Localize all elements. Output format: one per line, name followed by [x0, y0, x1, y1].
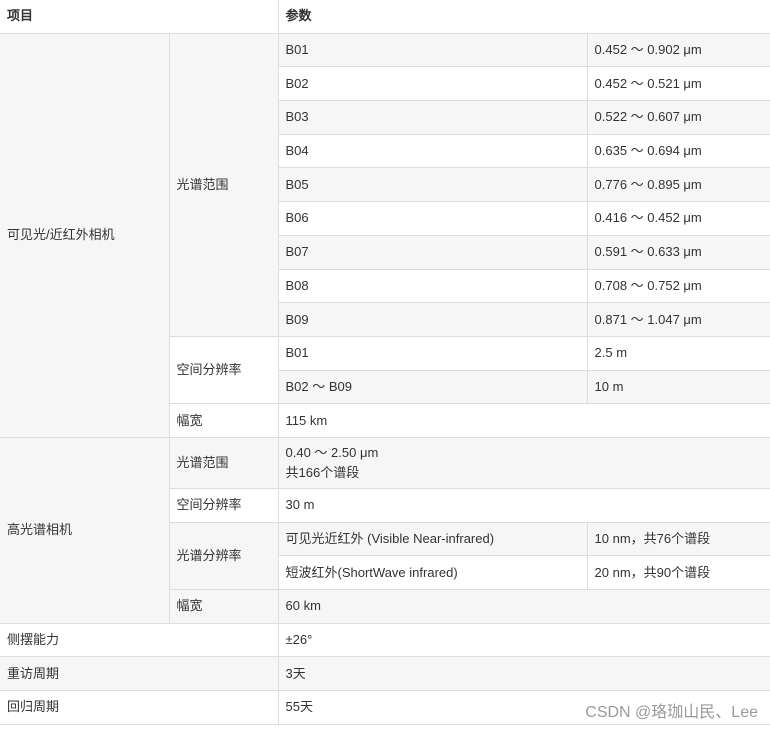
band-range: 0.591 ～ 0.633 μm	[586, 234, 770, 270]
hyper-spatial-label: 空间分辨率	[169, 487, 279, 523]
band-range: 0.708 ～ 0.752 μm	[586, 268, 770, 304]
spectral-bands: 共166个谱段	[285, 464, 360, 480]
vnir-camera-label: 可见光/近红外相机	[0, 32, 170, 438]
band-range: 0.776 ～ 0.895 μm	[586, 167, 770, 203]
spec-table: 项目 参数 可见光/近红外相机 光谱范围 B01 0.452 ～ 0.902 μ…	[0, 0, 770, 725]
table-row: 重访周期 3天	[0, 656, 770, 692]
hyper-camera-label: 高光谱相机	[0, 436, 170, 624]
table-row: 侧摆能力 ±26°	[0, 622, 770, 658]
spectral-range: 0.40 ～ 2.50 μm	[285, 444, 379, 460]
band-range: 0.416 ～ 0.452 μm	[586, 201, 770, 236]
spatial-band: B02 ～ B09	[278, 369, 588, 405]
band-name: B01	[277, 32, 588, 68]
vnir-spatial-label: 空间分辨率	[169, 335, 279, 405]
specres-value: 10 nm，共76个谱段	[586, 521, 770, 557]
other-label: 侧摆能力	[0, 622, 279, 658]
hyper-swath-label: 幅宽	[169, 589, 279, 624]
band-name: B08	[278, 268, 588, 304]
header-row: 项目 参数	[0, 0, 770, 34]
other-label: 重访周期	[0, 656, 279, 692]
hyper-specres-label: 光谱分辨率	[169, 521, 279, 591]
hyper-spectral-value: 0.40 ～ 2.50 μm 共166个谱段	[277, 436, 770, 489]
band-name: B03	[278, 100, 588, 135]
hyper-spatial-value: 30 m	[277, 487, 770, 523]
band-name: B02	[278, 66, 588, 102]
specres-name: 短波红外(ShortWave infrared)	[278, 555, 588, 590]
other-value: ±26°	[277, 622, 770, 658]
band-name: B09	[278, 302, 588, 337]
specres-name: 可见光近红外 (Visible Near-infrared)	[277, 521, 588, 557]
header-param: 参数	[277, 0, 770, 34]
band-range: 0.452 ～ 0.902 μm	[586, 32, 770, 68]
other-label: 回归周期	[0, 690, 279, 725]
band-range: 0.452 ～ 0.521 μm	[586, 66, 770, 102]
spatial-value: 10 m	[586, 369, 770, 405]
hyper-spectral-label: 光谱范围	[168, 436, 279, 489]
table-row: 可见光/近红外相机 光谱范围 B01 0.452 ～ 0.902 μm	[0, 32, 770, 438]
band-name: B04	[278, 133, 588, 169]
band-name: B05	[278, 167, 588, 203]
spatial-band: B01	[277, 335, 588, 371]
spatial-value: 2.5 m	[586, 335, 770, 371]
vnir-spectral-label: 光谱范围	[168, 32, 279, 337]
watermark: CSDN @珞珈山民、Lee	[585, 704, 758, 721]
band-name: B07	[278, 234, 588, 270]
hyper-swath-value: 60 km	[277, 589, 770, 624]
band-range: 0.522 ～ 0.607 μm	[586, 100, 770, 135]
vnir-swath-value: 115 km	[277, 403, 770, 438]
band-name: B06	[278, 201, 588, 236]
other-value: 3天	[277, 656, 770, 692]
vnir-swath-label: 幅宽	[169, 403, 279, 438]
band-range: 0.635 ～ 0.694 μm	[586, 133, 770, 169]
specres-value: 20 nm，共90个谱段	[586, 555, 770, 590]
band-range: 0.871 ～ 1.047 μm	[586, 302, 770, 337]
header-item: 项目	[0, 0, 279, 34]
table-row: 高光谱相机 光谱范围 0.40 ～ 2.50 μm 共166个谱段	[0, 436, 770, 624]
